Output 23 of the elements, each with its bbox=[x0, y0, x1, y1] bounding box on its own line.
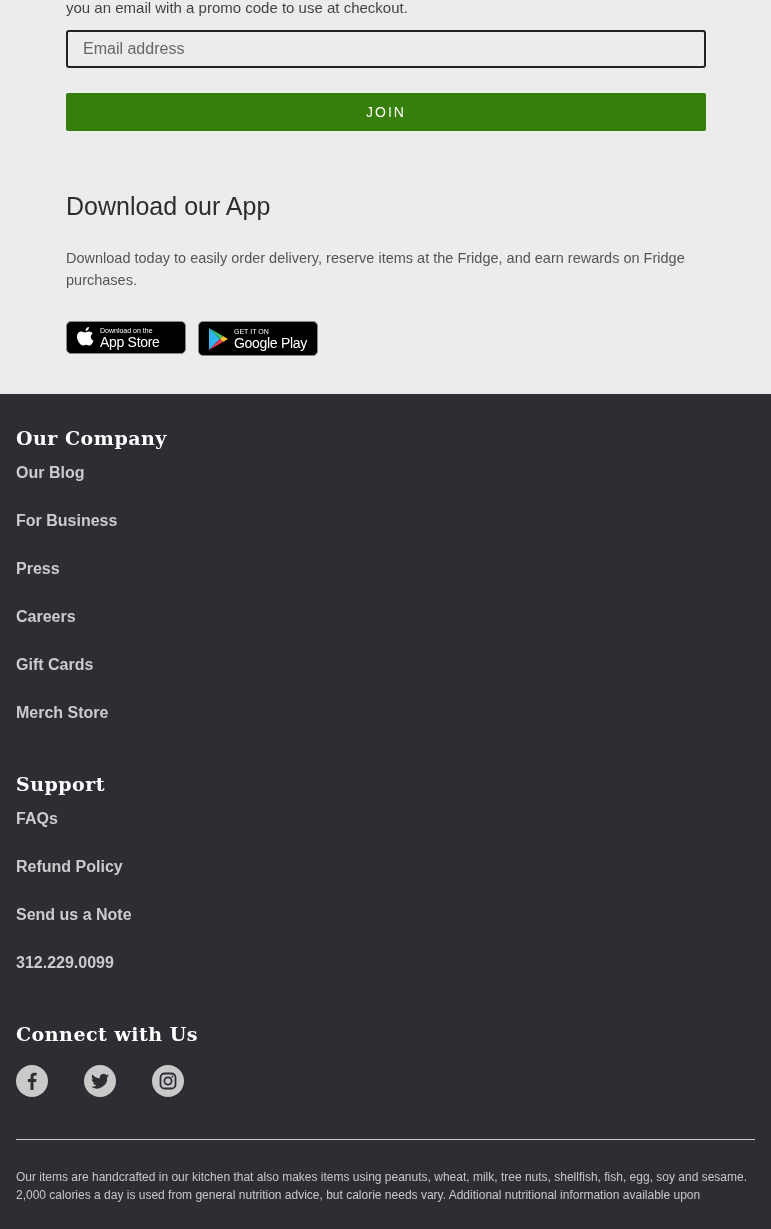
email-field[interactable]: Email address bbox=[66, 30, 706, 68]
footer-link[interactable]: Merch Store bbox=[16, 704, 109, 721]
app-description: Download today to easily order delivery, reserve items at the Fridge, and earn rewards on Fridge purchases. bbox=[66, 249, 686, 290]
footer-heading: Our Company bbox=[16, 426, 168, 451]
newsletter-text: you an email with a promo code to use at checkout. bbox=[66, 0, 409, 16]
footer-link[interactable]: For Business bbox=[16, 512, 118, 529]
footer-link[interactable]: Our Blog bbox=[16, 464, 85, 481]
footer-link[interactable]: 312.229.0099 bbox=[16, 954, 114, 971]
footer-link[interactable]: Press bbox=[16, 560, 60, 577]
play-icon bbox=[207, 326, 229, 351]
footer-link[interactable]: FAQs bbox=[16, 810, 58, 827]
section-heading: Download our App bbox=[66, 191, 272, 221]
instagram-icon[interactable] bbox=[152, 1065, 184, 1097]
footer-link[interactable]: Gift Cards bbox=[16, 656, 94, 673]
footer-link[interactable]: Send us a Note bbox=[16, 906, 132, 923]
footer-link[interactable]: Careers bbox=[16, 608, 76, 625]
footer-heading: Connect with Us bbox=[16, 1022, 200, 1047]
facebook-icon[interactable] bbox=[16, 1065, 48, 1097]
twitter-bird-icon[interactable] bbox=[84, 1065, 116, 1097]
footer-heading: Support bbox=[16, 772, 107, 797]
footer-link[interactable]: Refund Policy bbox=[16, 858, 123, 875]
join-button[interactable]: JOIN bbox=[66, 93, 706, 131]
allergen-disclaimer: Our items are handcrafted in our kitchen that also makes items using peanuts, wheat, milk, tree nuts, shellfish, fish, egg, soy and sesame. 2,000 calories a day is used from general nutrition advice, but calorie needs vary. Additional nutritional information available upon bbox=[16, 1169, 749, 1204]
